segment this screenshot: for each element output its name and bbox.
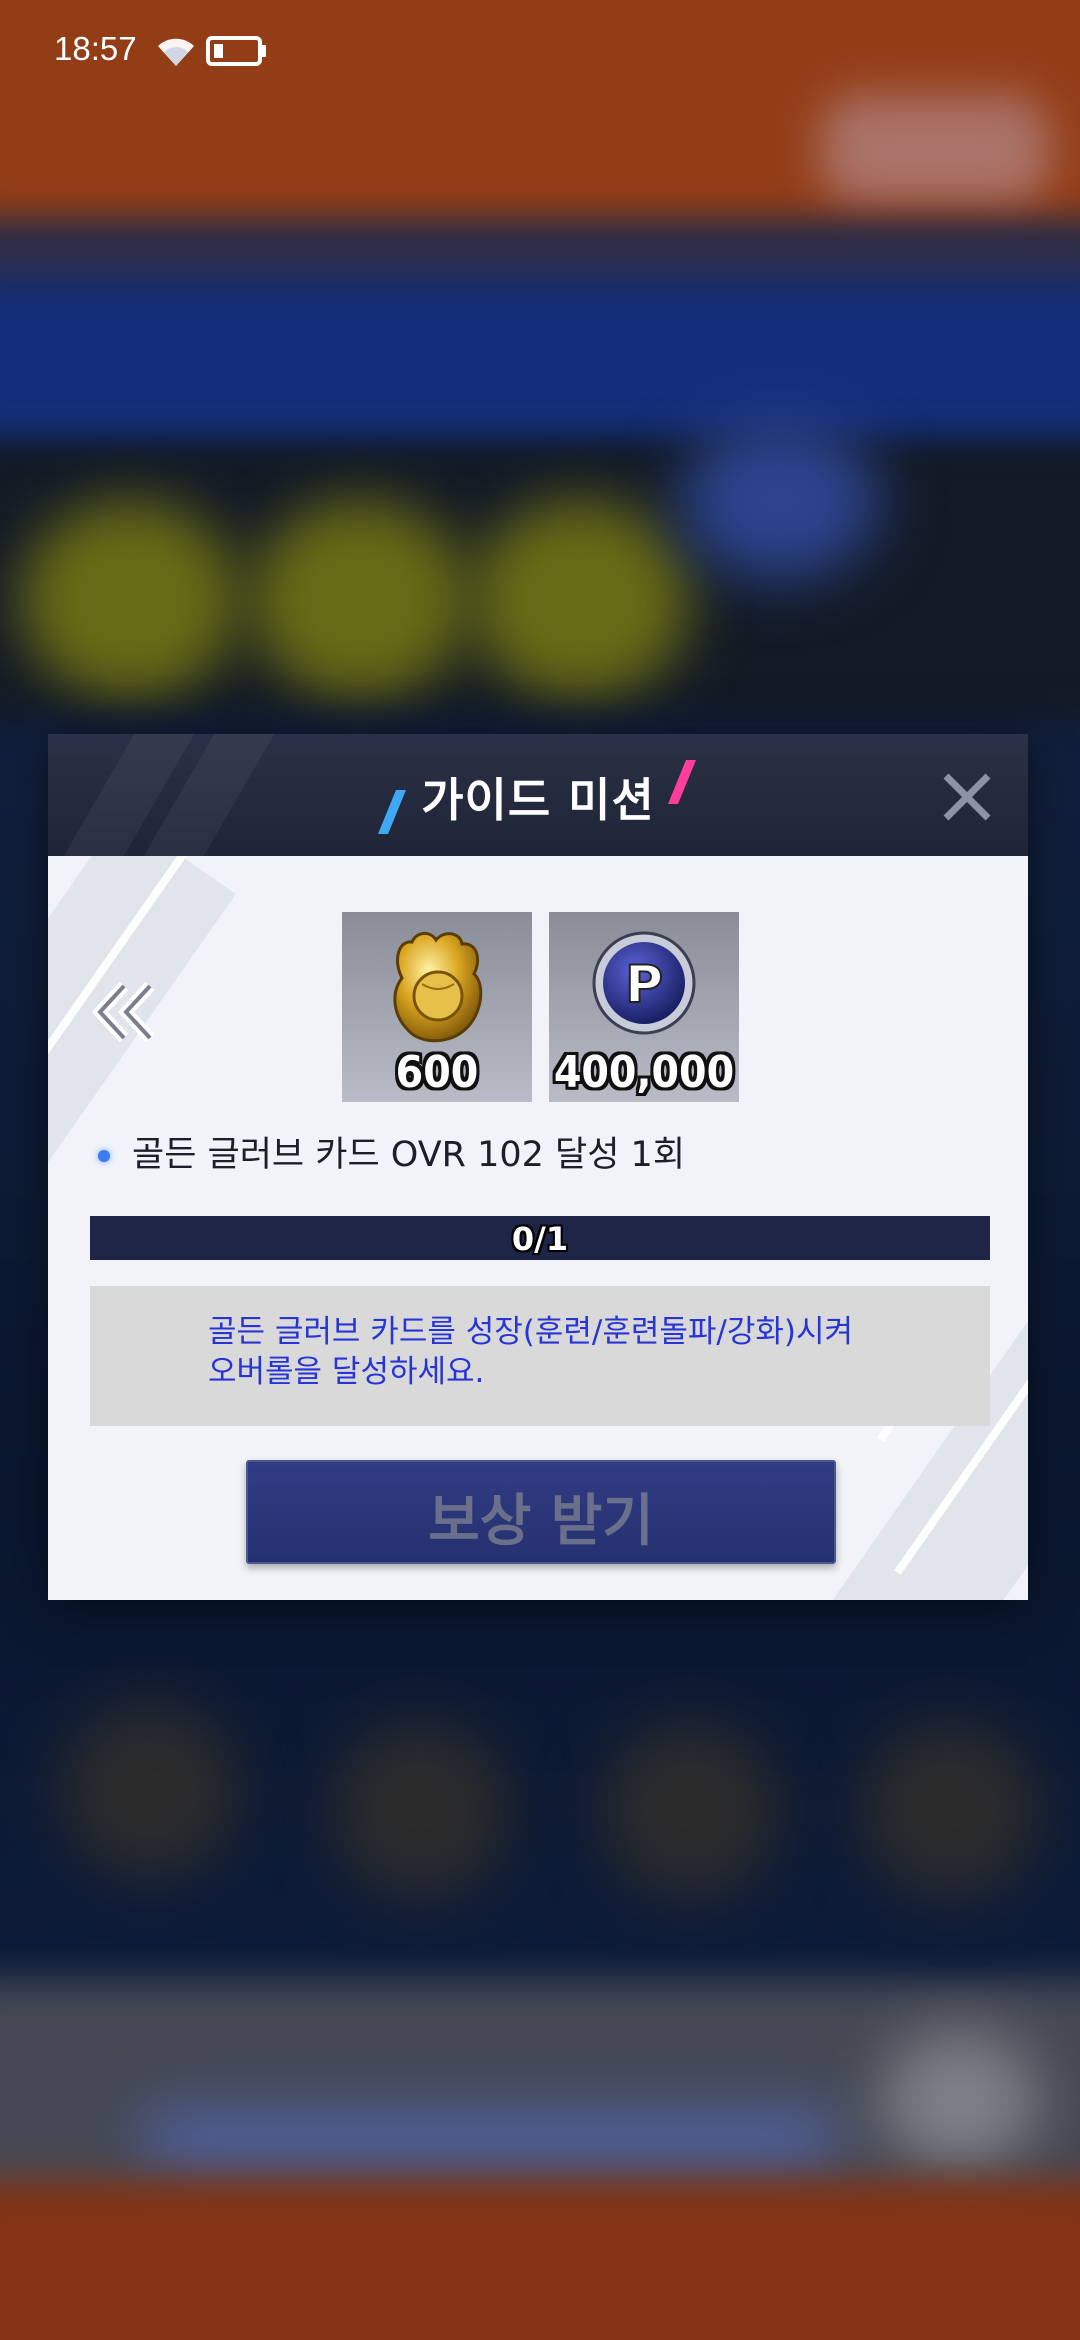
mission-text: 골든 글러브 카드 OVR 102 달성 1회 <box>132 1135 686 1175</box>
bullet-dot-icon <box>98 1150 110 1162</box>
status-time: 18:57 <box>54 30 137 67</box>
mission-objective: 골든 글러브 카드 OVR 102 달성 1회 <box>98 1126 685 1177</box>
reward-amount: 600 <box>395 1047 479 1098</box>
reward-amount: 400,000 <box>553 1047 735 1098</box>
reward-item-p-coin: P 400,000 <box>549 912 739 1102</box>
status-bar: 18:57 <box>0 0 1080 100</box>
claim-reward-button[interactable]: 보상 받기 <box>246 1460 836 1564</box>
description-line-1: 골든 글러브 카드를 성장(훈련/훈련돌파/강화)시켜 <box>208 1314 854 1350</box>
double-chevron-left-icon <box>91 981 155 1043</box>
close-icon <box>943 773 991 821</box>
close-button[interactable] <box>940 770 994 824</box>
mission-progress-bar: 0/1 <box>90 1216 990 1260</box>
slash-decoration-right-icon <box>668 760 696 804</box>
mission-description: 골든 글러브 카드를 성장(훈련/훈련돌파/강화)시켜 오버롤을 달성하세요. <box>208 1312 853 1392</box>
dialog-title: 가이드 미션 <box>421 773 655 827</box>
svg-text:P: P <box>625 955 663 1015</box>
mission-description-box: 골든 글러브 카드를 성장(훈련/훈련돌파/강화)시켜 오버롤을 달성하세요. <box>90 1286 990 1426</box>
wifi-icon <box>155 34 197 72</box>
description-line-2: 오버롤을 달성하세요. <box>208 1354 485 1390</box>
reward-item-golden-glove: 600 <box>342 912 532 1102</box>
previous-mission-button[interactable] <box>88 976 160 1048</box>
dialog-header: 가이드 미션 <box>48 734 1028 856</box>
battery-low-icon <box>206 34 268 72</box>
guide-mission-dialog: 가이드 미션 600 P 400,000 골든 글러브 카드 OVR 102 달… <box>48 734 1028 1600</box>
progress-text: 0/1 <box>511 1220 569 1258</box>
dialog-body: 600 P 400,000 골든 글러브 카드 OVR 102 달성 1회 0/… <box>48 856 1028 1600</box>
p-coin-icon: P <box>592 931 696 1035</box>
claim-reward-label: 보상 받기 <box>428 1489 654 1554</box>
golden-glove-icon <box>393 932 483 1043</box>
